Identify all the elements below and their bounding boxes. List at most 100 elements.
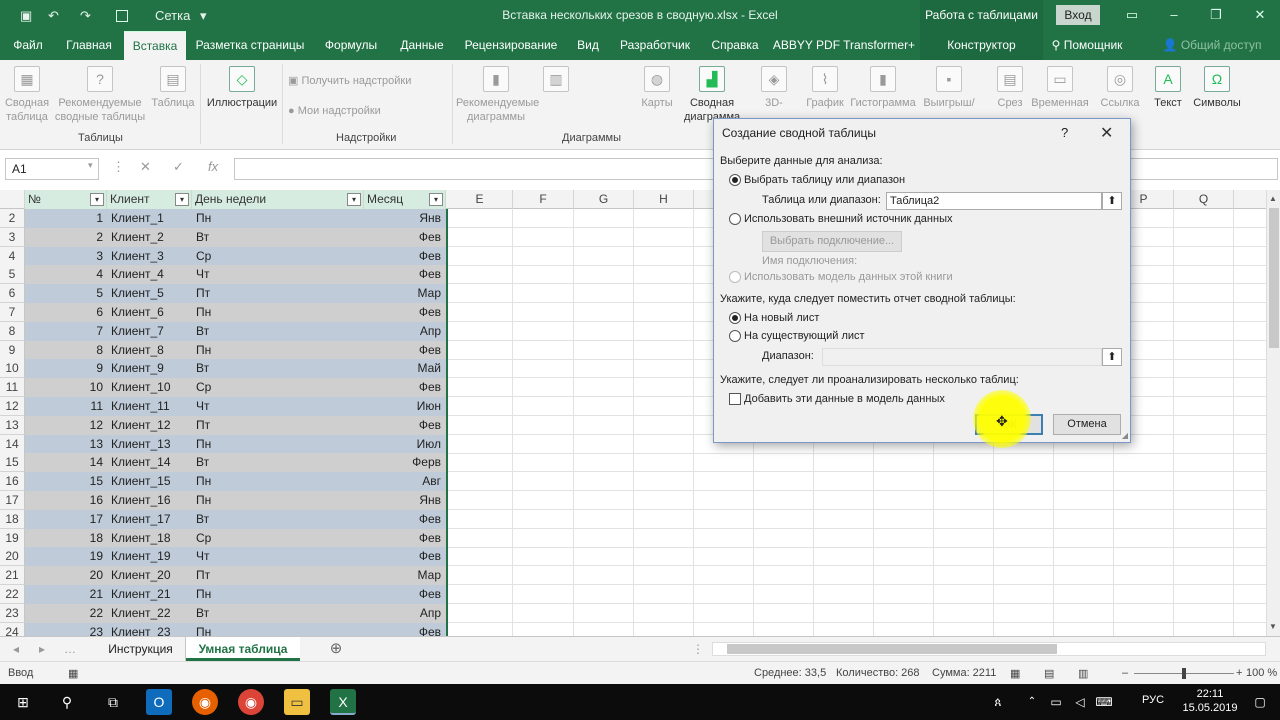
cell-client[interactable]: Клиент_3: [111, 247, 164, 265]
row-header[interactable]: 3: [0, 227, 25, 247]
cell-client[interactable]: Клиент_15: [111, 472, 171, 490]
map3d-button[interactable]: ◈ 3D-: [756, 66, 792, 110]
cell-month[interactable]: Фев: [419, 341, 441, 359]
cell-month[interactable]: Фев: [419, 247, 441, 265]
network-icon[interactable]: ▭: [1046, 689, 1066, 715]
my-addins-button[interactable]: ● Мои надстройки: [288, 104, 448, 118]
row-header[interactable]: 22: [0, 585, 25, 604]
cell-weekday[interactable]: Пн: [196, 435, 211, 453]
row-header[interactable]: 6: [0, 284, 25, 304]
cell-client[interactable]: Клиент_19: [111, 547, 171, 565]
people-icon[interactable]: ጰ: [988, 689, 1008, 715]
cell-client[interactable]: Клиент_2: [111, 228, 164, 246]
cell-month[interactable]: Фев: [419, 529, 441, 547]
table-row[interactable]: 10 Клиент_10 Ср Фев: [25, 378, 446, 398]
windows-start-icon[interactable]: ⊞: [10, 689, 36, 715]
cell-month[interactable]: Фев: [419, 228, 441, 246]
row-header[interactable]: 14: [0, 434, 25, 454]
cell-number[interactable]: 10: [90, 378, 103, 396]
cell-weekday[interactable]: Вт: [196, 228, 209, 246]
cell-weekday[interactable]: Пн: [196, 341, 211, 359]
cell-weekday[interactable]: Вт: [196, 322, 209, 340]
cell-number[interactable]: 3: [96, 247, 103, 265]
row-header[interactable]: 17: [0, 491, 25, 510]
tab-tell-me[interactable]: ⚲ Помощник: [1044, 31, 1130, 60]
scroll-thumb[interactable]: [1269, 208, 1279, 348]
cell-month[interactable]: Мар: [418, 284, 441, 302]
tab-help[interactable]: Справка: [704, 31, 766, 60]
cell-weekday[interactable]: Чт: [196, 547, 210, 565]
cell-weekday[interactable]: Вт: [196, 510, 209, 528]
table-row[interactable]: 15 Клиент_15 Пн Авг: [25, 472, 446, 492]
zoom-slider-thumb[interactable]: [1182, 668, 1186, 679]
cell-number[interactable]: 7: [96, 322, 103, 340]
table-row[interactable]: 7 Клиент_7 Вт Апр: [25, 321, 446, 341]
normal-view-icon[interactable]: ▦: [1010, 667, 1020, 680]
page-break-icon[interactable]: ▥: [1078, 667, 1088, 680]
share-button[interactable]: 👤 Общий доступ: [1160, 31, 1264, 60]
cell-weekday[interactable]: Пт: [196, 566, 210, 584]
sheet-menu-icon[interactable]: …: [62, 637, 78, 661]
opt-table-label[interactable]: Выбрать таблицу или диапазон: [744, 174, 905, 186]
minimize-icon[interactable]: –: [1164, 6, 1184, 24]
filter-dropdown-icon[interactable]: ▾: [175, 193, 189, 206]
link-button[interactable]: ◎ Ссылка: [1098, 66, 1142, 110]
close-icon[interactable]: ✕: [1100, 123, 1113, 143]
cell-number[interactable]: 23: [90, 623, 103, 636]
cell-number[interactable]: 15: [90, 472, 103, 490]
row-header[interactable]: 7: [0, 303, 25, 322]
row-header[interactable]: 24: [0, 622, 25, 636]
cell-client[interactable]: Клиент_14: [111, 453, 171, 471]
cell-number[interactable]: 18: [90, 529, 103, 547]
cell-client[interactable]: Клиент_17: [111, 510, 171, 528]
tab-home[interactable]: Главная: [58, 31, 120, 60]
cell-month[interactable]: Фев: [419, 416, 441, 434]
cell-number[interactable]: 8: [96, 341, 103, 359]
column-header[interactable]: G: [574, 190, 634, 209]
task-view-icon[interactable]: ⧉: [100, 689, 126, 715]
cell-month[interactable]: Июн: [417, 397, 441, 415]
table-button[interactable]: ▤ Таблица: [150, 66, 196, 110]
tab-insert[interactable]: Вставка: [124, 31, 186, 60]
cell-number[interactable]: 20: [90, 566, 103, 584]
cell-weekday[interactable]: Ср: [196, 247, 211, 265]
row-header[interactable]: 23: [0, 603, 25, 623]
sparkline-column-button[interactable]: ▮ Гистограмма: [848, 66, 918, 110]
location-range-input[interactable]: [822, 348, 1102, 366]
cell-month[interactable]: Апр: [420, 604, 441, 622]
table-row[interactable]: 1 Клиент_1 Пн Янв: [25, 209, 446, 228]
radio-external-source[interactable]: [729, 213, 741, 225]
cell-client[interactable]: Клиент_13: [111, 435, 171, 453]
recommended-pivot-button[interactable]: ? Рекомендуемые сводные таблицы: [54, 66, 146, 124]
excel-taskbar-icon[interactable]: X: [330, 689, 356, 715]
cell-number[interactable]: 4: [96, 265, 103, 283]
file-explorer-icon[interactable]: ▭: [284, 689, 310, 715]
cell-month[interactable]: Янв: [419, 209, 441, 227]
cell-client[interactable]: Клиент_8: [111, 341, 164, 359]
cell-month[interactable]: Фев: [419, 265, 441, 283]
sheet-next-icon[interactable]: ▸: [34, 637, 50, 661]
cell-client[interactable]: Клиент_12: [111, 416, 171, 434]
table-row[interactable]: 20 Клиент_20 Пт Мар: [25, 566, 446, 586]
scroll-up-icon[interactable]: ▲: [1269, 194, 1277, 203]
row-header[interactable]: 2: [0, 209, 25, 228]
table-row[interactable]: 17 Клиент_17 Вт Фев: [25, 509, 446, 529]
sparkline-winloss-button[interactable]: ▪ Выигрыш/: [920, 66, 978, 110]
horizontal-scroll-thumb[interactable]: [727, 644, 1057, 654]
table-row[interactable]: 14 Клиент_14 Вт Ферв: [25, 453, 446, 473]
cell-client[interactable]: Клиент_11: [111, 397, 170, 415]
tab-view[interactable]: Вид: [570, 31, 606, 60]
tab-abbyy[interactable]: ABBYY PDF Transformer+: [772, 31, 916, 60]
vertical-scrollbar[interactable]: ▲ ▼: [1266, 190, 1280, 636]
chart-types-icons[interactable]: ▥: [540, 66, 572, 96]
zoom-level[interactable]: 100 %: [1246, 667, 1277, 679]
keyboard-icon[interactable]: ⌨: [1094, 689, 1114, 715]
cell-weekday[interactable]: Вт: [196, 453, 209, 471]
cell-month[interactable]: Авг: [422, 472, 441, 490]
cell-client[interactable]: Клиент_1: [111, 209, 164, 227]
collapse-dialog-icon[interactable]: ⬆: [1102, 348, 1122, 366]
opt-external-label[interactable]: Использовать внешний источник данных: [744, 213, 952, 225]
sheet-tab-active[interactable]: Умная таблица: [186, 637, 300, 661]
row-header[interactable]: 19: [0, 528, 25, 548]
cell-month[interactable]: Апр: [420, 322, 441, 340]
